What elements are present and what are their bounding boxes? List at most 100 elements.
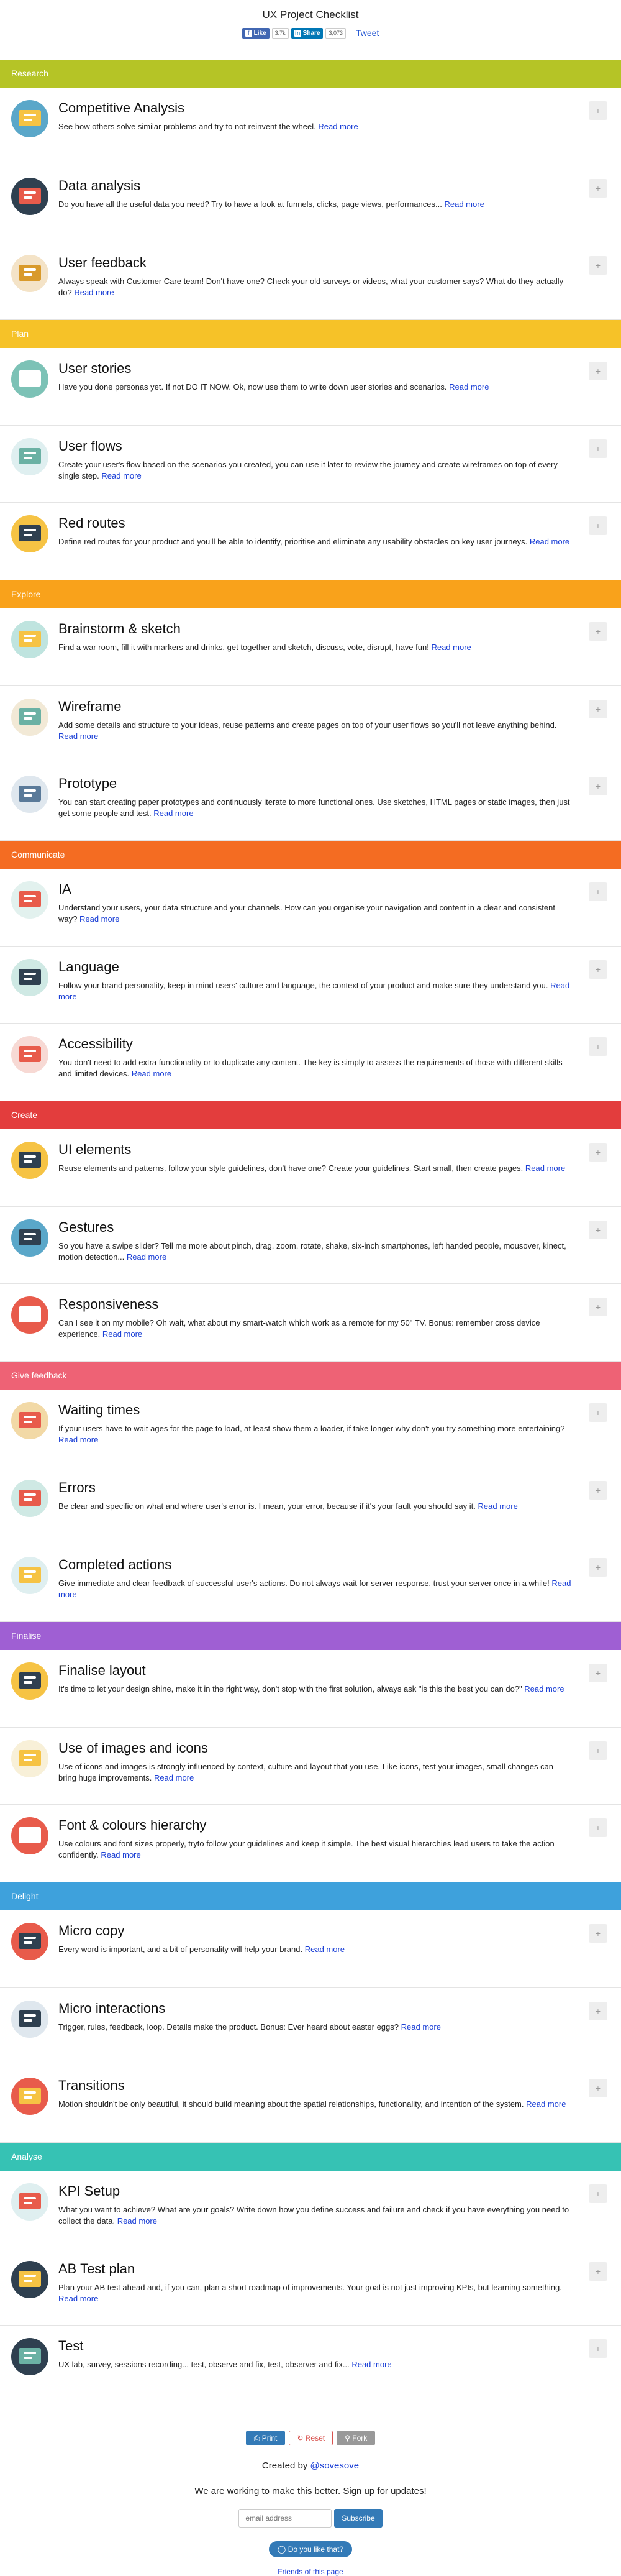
add-button[interactable]: + (589, 777, 607, 795)
add-button[interactable]: + (589, 2002, 607, 2020)
checklist-item: KPI Setup What you want to achieve? What … (0, 2171, 621, 2248)
copy-icon (11, 1923, 48, 1960)
icon-shape (19, 448, 41, 464)
icon-line (24, 529, 36, 531)
read-more-link[interactable]: Read more (102, 1329, 142, 1339)
add-button[interactable]: + (589, 1664, 607, 1682)
read-more-link[interactable]: Read more (525, 1163, 565, 1173)
add-button[interactable]: + (589, 1403, 607, 1422)
add-button[interactable]: + (589, 2339, 607, 2358)
fork-button[interactable]: ⚲ Fork (337, 2431, 376, 2445)
item-description: You don't need to add extra functionalit… (58, 1057, 571, 1079)
add-button[interactable]: + (589, 882, 607, 901)
read-more-link[interactable]: Read more (318, 122, 358, 131)
add-button[interactable]: + (589, 1481, 607, 1500)
section-3: Communicate IA Understand your users, your… (0, 841, 621, 1101)
add-button[interactable]: + (589, 1298, 607, 1316)
read-more-link[interactable]: Read more (530, 537, 569, 546)
icon-shape (19, 786, 41, 802)
read-more-link[interactable]: Read more (117, 2216, 157, 2225)
facebook-count: 3.7k (271, 27, 289, 39)
add-button[interactable]: + (589, 1818, 607, 1837)
read-more-link[interactable]: Read more (153, 809, 193, 818)
add-button[interactable]: + (589, 700, 607, 718)
add-button[interactable]: + (589, 622, 607, 641)
read-more-link[interactable]: Read more (444, 199, 484, 209)
read-more-link[interactable]: Read more (526, 2099, 566, 2109)
beer-icon (11, 621, 48, 658)
read-more-link[interactable]: Read more (401, 2022, 441, 2032)
add-button[interactable]: + (589, 256, 607, 275)
created-by: Created by @sovesove (261, 2460, 360, 2471)
item-description: Reuse elements and patterns, follow your… (58, 1163, 571, 1174)
icon-shape (19, 891, 41, 907)
item-title: Prototype (58, 776, 117, 791)
icon-line (24, 1050, 36, 1052)
add-button[interactable]: + (589, 439, 607, 458)
linkedin-share-button[interactable]: in Share (291, 27, 324, 39)
read-more-link[interactable]: Read more (449, 382, 489, 392)
add-button[interactable]: + (589, 1924, 607, 1943)
item-description-text: UX lab, survey, sessions recording... te… (58, 2360, 350, 2369)
add-button[interactable]: + (589, 1037, 607, 1056)
read-more-link[interactable]: Read more (58, 731, 98, 741)
read-more-link[interactable]: Read more (132, 1069, 171, 1078)
completed-icon (11, 1557, 48, 1594)
reset-button[interactable]: ↻ Reset (289, 2431, 333, 2445)
read-more-link[interactable]: Read more (127, 1252, 166, 1262)
icon-line (24, 2096, 32, 2099)
add-button[interactable]: + (589, 1143, 607, 1162)
item-title: Completed actions (58, 1557, 172, 1572)
magnifier-icon (11, 2001, 48, 2038)
tweet-link[interactable]: Tweet (356, 28, 379, 38)
icon-line (24, 1155, 36, 1158)
read-more-link[interactable]: Read more (79, 914, 119, 924)
item-description: If your users have to wait ages for the … (58, 1423, 571, 1446)
friends-link[interactable]: Friends of this page (278, 2567, 343, 2576)
item-description-text: Follow your brand personality, keep in m… (58, 981, 548, 990)
add-button[interactable]: + (589, 101, 607, 120)
checklist-item: User feedback Always speak with Customer … (0, 242, 621, 320)
item-description: Be clear and specific on what and where … (58, 1501, 571, 1512)
friends-link-wrap: Friends of this page (0, 2567, 621, 2576)
read-more-link[interactable]: Read more (101, 1850, 140, 1859)
read-more-link[interactable]: Read more (58, 1435, 98, 1444)
read-more-link[interactable]: Read more (524, 1684, 564, 1694)
add-button[interactable]: + (589, 362, 607, 380)
add-button[interactable]: + (589, 2079, 607, 2097)
checklist-item: Data analysis Do you have all the useful … (0, 165, 621, 242)
add-button[interactable]: + (589, 960, 607, 979)
read-more-link[interactable]: Read more (101, 471, 141, 480)
facebook-like-button[interactable]: f Like (242, 27, 270, 39)
icon-shape (19, 708, 41, 725)
read-more-link[interactable]: Read more (431, 643, 471, 652)
icon-shape (19, 969, 41, 985)
add-button[interactable]: + (589, 1558, 607, 1577)
item-description-text: Motion shouldn't be only beautiful, it s… (58, 2099, 524, 2109)
add-button[interactable]: + (589, 2184, 607, 2203)
icon-line (24, 1315, 32, 1318)
add-button[interactable]: + (589, 179, 607, 198)
read-more-link[interactable]: Read more (305, 1945, 345, 1954)
read-more-link[interactable]: Read more (154, 1773, 194, 1782)
add-button[interactable]: + (589, 516, 607, 535)
add-button[interactable]: + (589, 2262, 607, 2281)
icon-line (24, 895, 36, 897)
read-more-link[interactable]: Read more (74, 288, 114, 297)
checklist: Research Competitive Analysis See how othe… (0, 60, 621, 2403)
icon-line (24, 1160, 32, 1163)
like-button[interactable]: ◯ Do you like that? (268, 2541, 353, 2557)
checklist-item: Waiting times If your users have to wait … (0, 1390, 621, 1467)
print-button[interactable]: ⎙ Print (245, 2431, 286, 2445)
item-description: You can start creating paper prototypes … (58, 797, 571, 819)
item-title: Responsiveness (58, 1296, 159, 1312)
read-more-link[interactable]: Read more (351, 2360, 391, 2369)
social-bar: f Like 3.7k in Share 3,073 Tweet (0, 27, 621, 39)
author-link[interactable]: @sovesove (310, 2460, 359, 2471)
read-more-link[interactable]: Read more (478, 1501, 518, 1511)
item-title: AB Test plan (58, 2261, 135, 2276)
transition-icon (11, 2078, 48, 2115)
add-button[interactable]: + (589, 1221, 607, 1239)
add-button[interactable]: + (589, 1741, 607, 1760)
read-more-link[interactable]: Read more (58, 2294, 98, 2303)
